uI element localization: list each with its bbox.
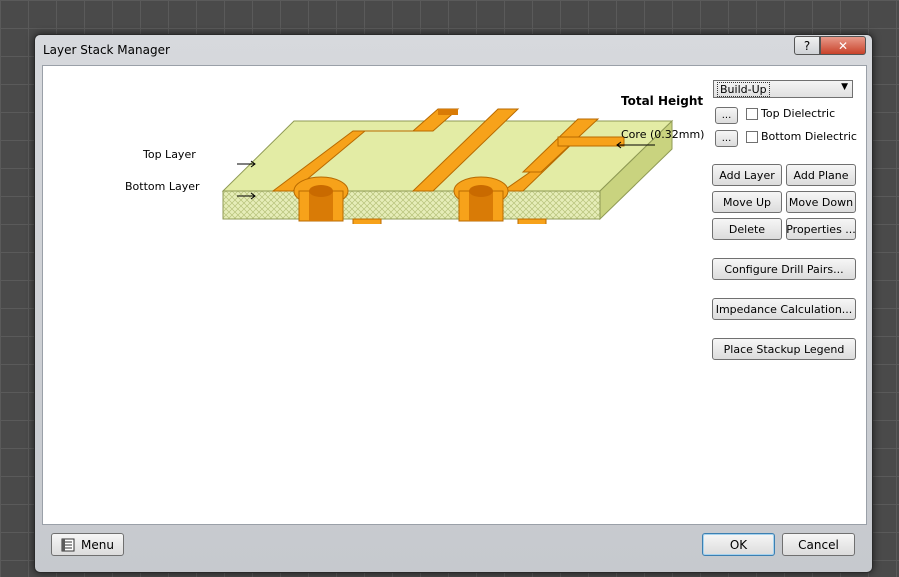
core-label: Core (0.32mm)	[621, 128, 705, 141]
bottom-dielectric-checkbox[interactable]	[746, 131, 758, 143]
properties-button[interactable]: Properties ...	[786, 218, 856, 240]
top-dielectric-label: Top Dielectric	[761, 107, 836, 120]
delete-button[interactable]: Delete	[712, 218, 782, 240]
menu-button[interactable]: Menu	[51, 533, 124, 556]
ok-button[interactable]: OK	[702, 533, 775, 556]
bottom-dielectric-button[interactable]: ...	[715, 130, 738, 147]
top-layer-label: Top Layer	[143, 148, 196, 161]
configure-drill-pairs-button[interactable]: Configure Drill Pairs...	[712, 258, 856, 280]
add-layer-button[interactable]: Add Layer	[712, 164, 782, 186]
chevron-down-icon: ▼	[841, 82, 848, 92]
close-button[interactable]: ✕	[820, 36, 866, 55]
menu-icon	[61, 538, 75, 552]
impedance-calculation-button[interactable]: Impedance Calculation...	[712, 298, 856, 320]
place-stackup-legend-button[interactable]: Place Stackup Legend	[712, 338, 856, 360]
client-area: Top Layer Bottom Layer Total Height Core…	[42, 65, 867, 525]
top-dielectric-button[interactable]: ...	[715, 107, 738, 124]
trace-3-end	[557, 136, 625, 147]
bottom-dielectric-label: Bottom Dielectric	[761, 130, 857, 143]
move-up-button[interactable]: Move Up	[712, 191, 782, 213]
total-height-label: Total Height	[621, 94, 704, 108]
bottom-pad-1	[352, 218, 382, 224]
bottom-pad-2	[517, 218, 547, 224]
caption-buttons: ? ✕	[794, 36, 866, 55]
top-dielectric-checkbox[interactable]	[746, 108, 758, 120]
preset-select[interactable]: Build-Up ▼	[713, 80, 853, 98]
top-layer-arrow	[237, 160, 256, 168]
help-button[interactable]: ?	[794, 36, 820, 55]
window-title: Layer Stack Manager	[43, 43, 170, 57]
title-bar[interactable]: Layer Stack Manager ? ✕	[35, 35, 872, 65]
add-plane-button[interactable]: Add Plane	[786, 164, 856, 186]
preset-select-value: Build-Up	[717, 82, 770, 97]
cancel-button[interactable]: Cancel	[782, 533, 855, 556]
menu-button-label: Menu	[81, 537, 114, 552]
via-2	[453, 176, 509, 222]
bottom-layer-label: Bottom Layer	[125, 180, 200, 193]
board-front-core	[222, 190, 601, 220]
move-down-button[interactable]: Move Down	[786, 191, 856, 213]
layer-stack-manager-dialog: Layer Stack Manager ? ✕ Top Layer Bottom…	[34, 34, 873, 573]
trace-1-side	[438, 109, 458, 115]
via-1	[293, 176, 349, 222]
